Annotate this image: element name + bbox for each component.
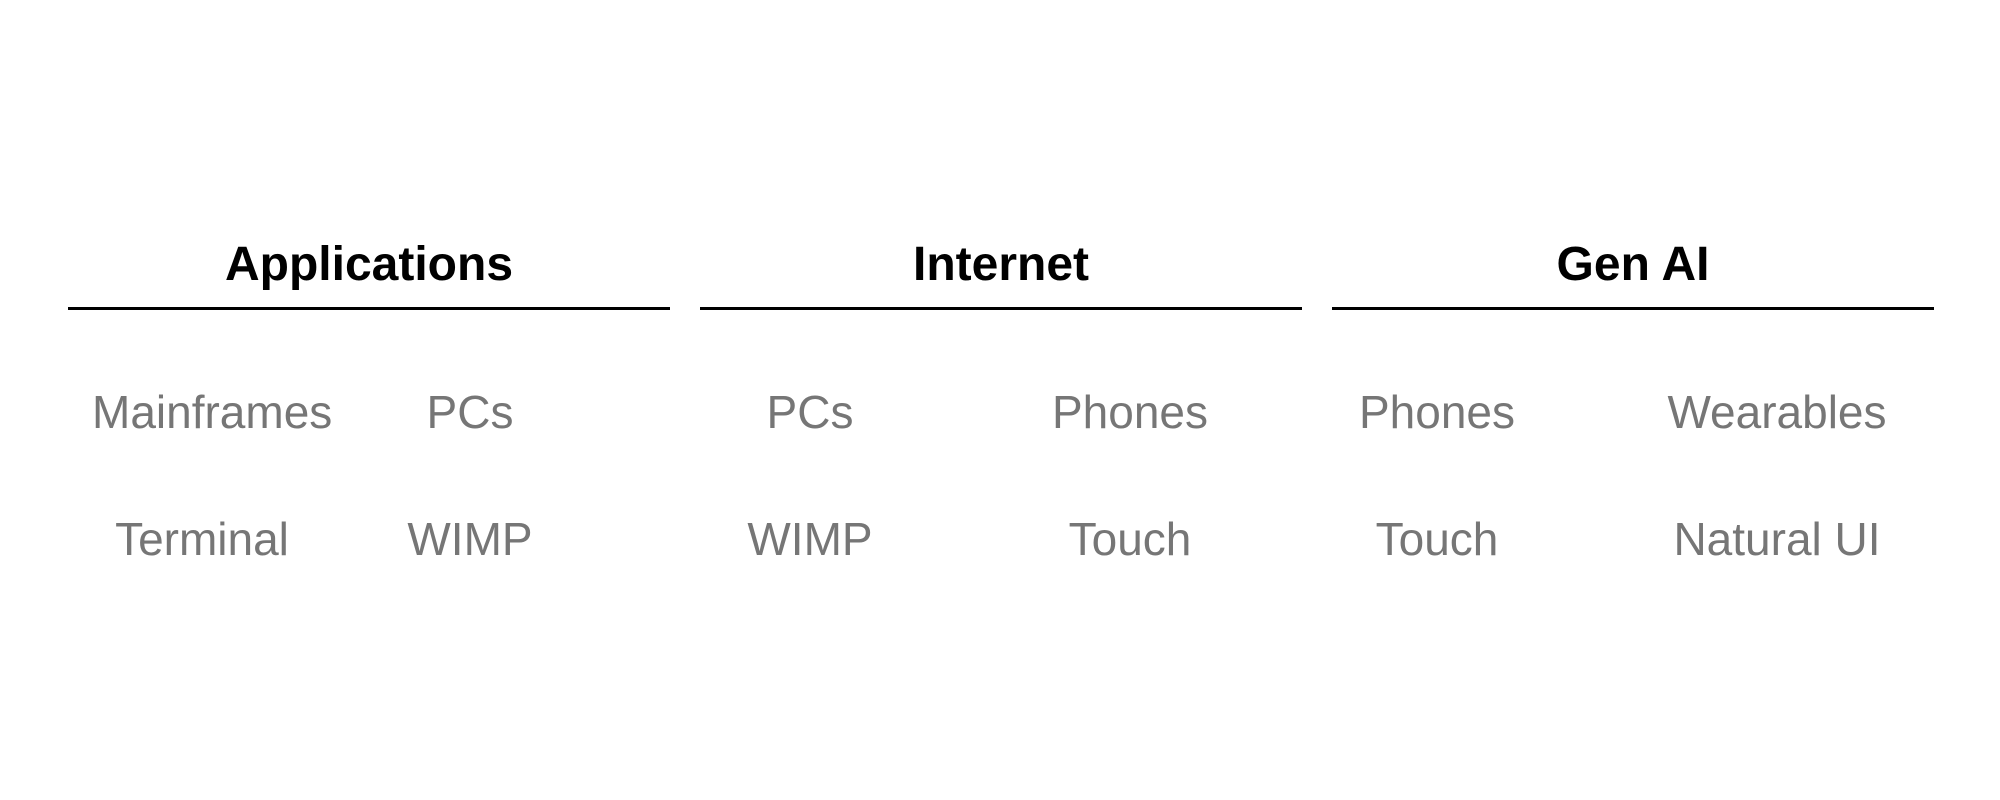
column-title: Gen AI — [1556, 238, 1710, 291]
device-label: Phones — [1358, 386, 1515, 438]
device-label: PCs — [766, 386, 854, 438]
device-label: Mainframes — [92, 386, 333, 438]
column-title: Applications — [224, 238, 514, 291]
interface-label: WIMP — [407, 513, 533, 565]
device-label: PCs — [426, 386, 514, 438]
interface-label: Natural UI — [1673, 513, 1881, 565]
device-label: Wearables — [1667, 386, 1887, 438]
column-gen-ai: Gen AI Phones Wearables Touch Natural UI — [1332, 230, 1934, 570]
column-applications: Applications Mainframes PCs Terminal WIM… — [68, 230, 670, 570]
interface-label: Touch — [1068, 513, 1192, 565]
column-internet: Internet PCs Phones WIMP Touch — [700, 230, 1302, 570]
interface-label: WIMP — [747, 513, 873, 565]
column-divider — [700, 307, 1302, 310]
column-divider — [1332, 307, 1934, 310]
interface-label: Terminal — [115, 513, 289, 565]
device-label: Phones — [1051, 386, 1208, 438]
interface-label: Touch — [1375, 513, 1499, 565]
column-divider — [68, 307, 670, 310]
column-title: Internet — [912, 238, 1089, 291]
